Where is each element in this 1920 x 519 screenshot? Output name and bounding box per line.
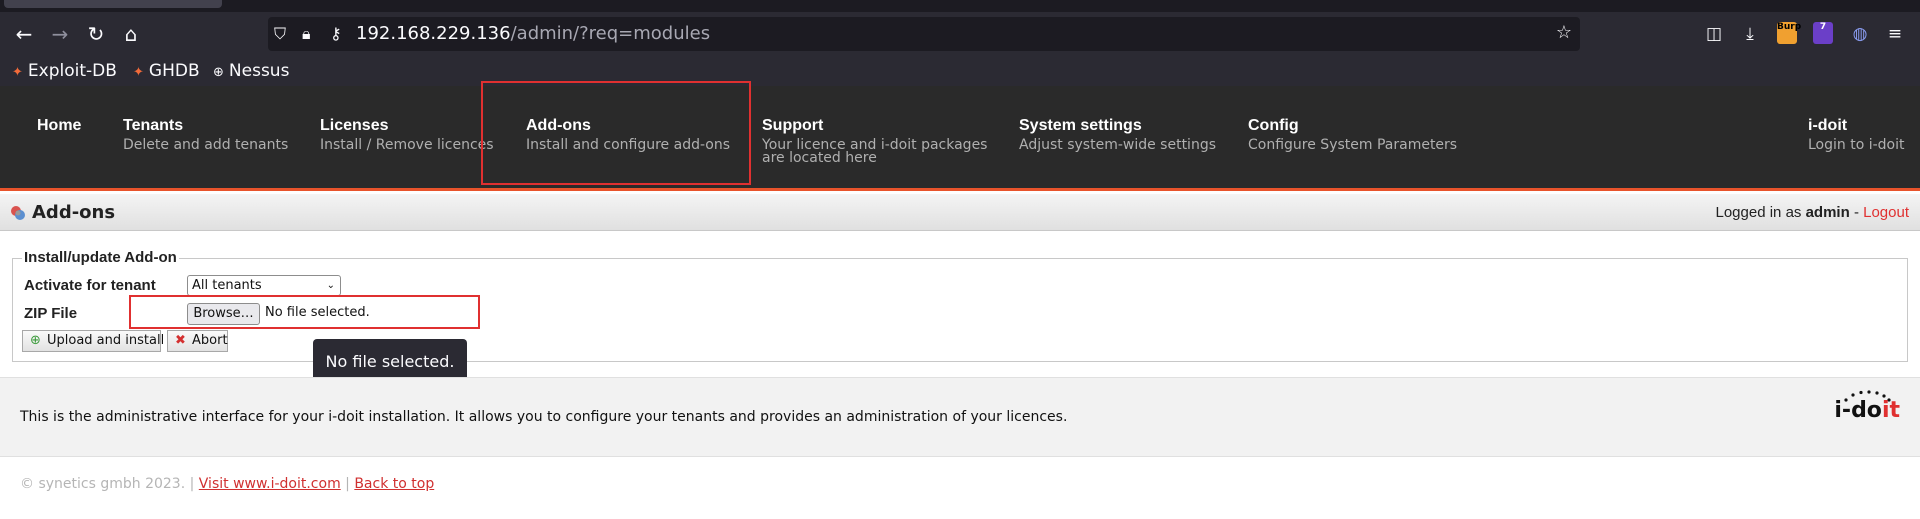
tenant-select-value: All tenants (192, 278, 262, 293)
file-status-text: No file selected. (265, 305, 370, 320)
nav-home[interactable]: Home (37, 116, 81, 136)
zip-file-label: ZIP File (24, 305, 78, 322)
nav-support-sub-line2: are located here (762, 150, 877, 166)
back-icon[interactable]: ← (10, 20, 38, 48)
footer-separator: | (189, 476, 195, 492)
back-to-top-link[interactable]: Back to top (354, 476, 434, 492)
url-text[interactable]: 192.168.229.136/admin/?req=modules (356, 23, 710, 45)
info-text: This is the administrative interface for… (20, 409, 1068, 425)
admin-nav: Home Tenants Delete and add tenants Lice… (0, 86, 1920, 191)
nav-licenses-title: Licenses (320, 117, 389, 134)
page-title-bar: Add-ons Logged in as admin - Logout (0, 194, 1920, 231)
bookmarks-bar: ✦ Exploit-DB ✦ GHDB ⊕ Nessus (0, 56, 1920, 86)
menu-icon[interactable]: ≡ (1883, 22, 1907, 46)
bookmark-star-icon[interactable]: ☆ (1556, 22, 1572, 43)
bug-icon: ✦ (12, 65, 23, 80)
bookmark-nessus[interactable]: ⊕ Nessus (213, 59, 289, 85)
bookmark-label: Exploit-DB (27, 61, 117, 81)
nav-addons-sub: Install and configure add-ons (526, 137, 731, 153)
logout-link[interactable]: Logout (1863, 204, 1909, 221)
burp-extension-label: Burp (1777, 22, 1802, 32)
nav-idoit-title: i-doit (1808, 117, 1848, 134)
addons-icon (11, 206, 25, 220)
bookmark-label: Nessus (228, 61, 290, 81)
download-icon[interactable]: ⤓ (1738, 22, 1762, 46)
nav-system-sub: Adjust system-wide settings (1019, 137, 1216, 153)
idoit-logo: i-doit (1834, 398, 1900, 423)
login-separator: - (1853, 204, 1859, 221)
forward-icon[interactable]: → (46, 20, 74, 48)
tenant-label: Activate for tenant (24, 277, 156, 294)
nav-support[interactable]: Support Your licence and i-doit packages… (762, 116, 987, 165)
nav-support-title: Support (762, 117, 824, 134)
nav-addons[interactable]: Add-ons Install and configure add-ons (526, 116, 730, 152)
info-section: This is the administrative interface for… (0, 377, 1920, 457)
nav-config-sub: Configure System Parameters (1248, 137, 1458, 153)
nav-licenses[interactable]: Licenses Install / Remove licences (320, 116, 494, 152)
abort-button[interactable]: ✖ Abort (167, 330, 228, 352)
nav-tenants[interactable]: Tenants Delete and add tenants (123, 116, 288, 152)
nav-config[interactable]: Config Configure System Parameters (1248, 116, 1457, 152)
visit-website-link[interactable]: Visit www.i-doit.com (199, 476, 341, 492)
globe-extension-icon[interactable]: ◍ (1848, 22, 1872, 46)
nav-idoit[interactable]: i-doit Login to i-doit (1808, 116, 1905, 152)
home-icon[interactable]: ⌂ (117, 20, 145, 48)
browser-toolbar: ← → ↻ ⌂ ⛉ 🔒︎ ⚷ 192.168.229.136/admin/?re… (0, 12, 1920, 56)
footer: © synetics gmbh 2023. | Visit www.i-doit… (20, 476, 434, 492)
extension-badge-icon[interactable]: 7 (1813, 22, 1833, 44)
footer-separator: | (345, 476, 350, 492)
logo-accent: it (1881, 398, 1900, 423)
logo-main: i-do (1834, 398, 1882, 423)
username: admin (1805, 204, 1850, 221)
nav-licenses-sub: Install / Remove licences (320, 137, 494, 153)
abort-label: Abort (192, 333, 228, 348)
tenant-select[interactable]: All tenants ⌄ (187, 275, 341, 296)
fieldset-legend: Install/update Add-on (22, 249, 179, 266)
url-path: /admin/?req=modules (510, 23, 711, 44)
extension-badge-count: 7 (1819, 22, 1827, 32)
nav-system-settings[interactable]: System settings Adjust system-wide setti… (1019, 116, 1216, 152)
address-bar[interactable]: ⛉ 🔒︎ ⚷ 192.168.229.136/admin/?req=module… (268, 17, 1580, 51)
bookmark-label: GHDB (148, 61, 200, 81)
browse-button[interactable]: Browse… (187, 303, 260, 325)
login-info: Logged in as admin - Logout (1716, 204, 1910, 221)
page-title: Add-ons (32, 202, 116, 223)
globe-icon: ⊕ (213, 65, 224, 80)
pocket-icon[interactable]: ◫ (1702, 22, 1726, 46)
burp-extension-icon[interactable]: Burp (1777, 22, 1801, 44)
reload-icon[interactable]: ↻ (82, 20, 110, 48)
lock-icon[interactable]: 🔒︎ (302, 23, 311, 45)
logged-in-label: Logged in as (1715, 204, 1802, 221)
shield-icon[interactable]: ⛉ (274, 23, 286, 45)
key-icon[interactable]: ⚷ (330, 23, 342, 45)
nav-tenants-title: Tenants (123, 117, 184, 134)
nav-tenants-sub: Delete and add tenants (123, 137, 289, 153)
chevron-down-icon: ⌄ (326, 280, 335, 291)
bug-icon: ✦ (133, 65, 144, 80)
nav-system-title: System settings (1019, 117, 1142, 134)
browser-tab-strip (0, 0, 1920, 12)
nav-home-title: Home (37, 117, 82, 134)
footer-copyright: © synetics gmbh 2023. (20, 476, 186, 492)
upload-install-button[interactable]: ⊕ Upload and install (22, 330, 165, 352)
upload-icon: ⊕ (30, 333, 41, 348)
nav-idoit-sub: Login to i-doit (1808, 137, 1905, 153)
upload-install-label: Upload and install (47, 333, 165, 348)
nav-config-title: Config (1248, 117, 1299, 134)
url-host: 192.168.229.136 (356, 23, 511, 44)
bookmark-exploit-db[interactable]: ✦ Exploit-DB (12, 59, 117, 85)
nav-addons-title: Add-ons (526, 117, 591, 134)
browser-tab[interactable] (4, 0, 222, 8)
cancel-icon: ✖ (175, 333, 186, 348)
bookmark-ghdb[interactable]: ✦ GHDB (133, 59, 200, 85)
